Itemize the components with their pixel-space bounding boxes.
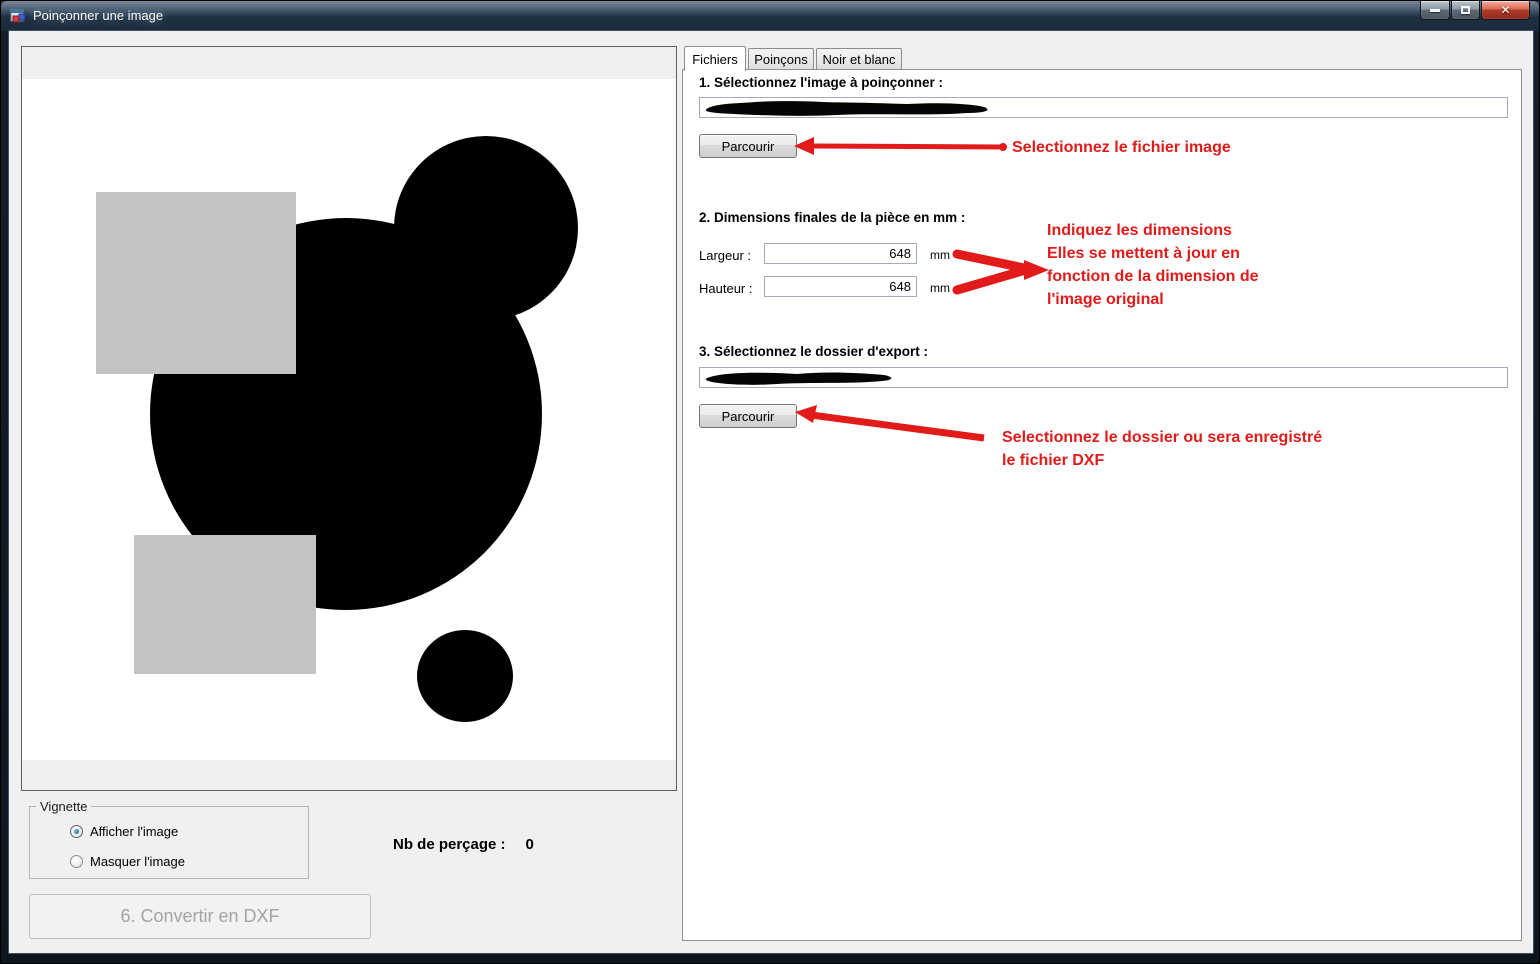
close-icon: ✕ bbox=[1500, 4, 1510, 16]
annotation-line: le fichier DXF bbox=[1002, 449, 1322, 472]
annotation-line: fonction de la dimension de bbox=[1047, 265, 1259, 288]
radio-label: Masquer l'image bbox=[90, 854, 185, 869]
vignette-group-title: Vignette bbox=[36, 799, 91, 814]
drill-count-value: 0 bbox=[526, 836, 534, 853]
preview-shapes-graphic bbox=[22, 79, 676, 760]
tab-poincons[interactable]: Poinçons bbox=[748, 48, 814, 70]
arrow-head bbox=[794, 137, 814, 155]
vignette-groupbox: Vignette Afficher l'image Masquer l'imag… bbox=[29, 806, 309, 879]
convert-dxf-button[interactable]: 6. Convertir en DXF bbox=[29, 894, 371, 939]
close-button[interactable]: ✕ bbox=[1481, 1, 1530, 20]
tab-label: Fichiers bbox=[692, 52, 738, 67]
convert-dxf-label: 6. Convertir en DXF bbox=[120, 906, 279, 927]
annotation-line: Indiquez les dimensions bbox=[1047, 219, 1259, 242]
redacted-path-scribble bbox=[702, 370, 912, 387]
section3-heading: 3. Sélectionnez le dossier d'export : bbox=[699, 344, 928, 359]
width-label: Largeur : bbox=[699, 248, 751, 263]
tabpage-fichiers: 1. Sélectionnez l'image à poinçonner : P… bbox=[682, 69, 1522, 941]
app-icon bbox=[10, 8, 26, 24]
height-label: Hauteur : bbox=[699, 281, 752, 296]
height-unit: mm bbox=[930, 281, 950, 295]
arrow-chevron bbox=[957, 254, 1029, 290]
browse-image-button[interactable]: Parcourir bbox=[699, 134, 797, 158]
maximize-icon bbox=[1461, 6, 1470, 14]
radio-label: Afficher l'image bbox=[90, 824, 178, 839]
arrow-line bbox=[811, 146, 1004, 147]
section1-heading: 1. Sélectionnez l'image à poinçonner : bbox=[699, 75, 943, 90]
image-preview-box bbox=[21, 46, 677, 791]
radio-button-icon bbox=[70, 825, 83, 838]
image-path-input[interactable] bbox=[699, 97, 1508, 118]
preview-image bbox=[22, 79, 676, 760]
app-window: Poinçonner une image ✕ Vignette Afficher… bbox=[0, 0, 1540, 964]
height-input[interactable] bbox=[764, 276, 917, 297]
tab-noir-et-blanc[interactable]: Noir et blanc bbox=[816, 48, 902, 70]
width-unit: mm bbox=[930, 248, 950, 262]
arrow-line bbox=[811, 415, 984, 438]
annotation-line: l'image original bbox=[1047, 288, 1259, 311]
browse-image-label: Parcourir bbox=[722, 139, 775, 154]
annotation-line: Selectionnez le dossier ou sera enregist… bbox=[1002, 426, 1322, 449]
radio-button-icon bbox=[70, 855, 83, 868]
minimize-icon bbox=[1430, 9, 1440, 12]
drill-count-status: Nb de perçage : 0 bbox=[393, 836, 534, 853]
tab-fichiers[interactable]: Fichiers bbox=[684, 46, 746, 71]
title-bar: Poinçonner une image ✕ bbox=[1, 1, 1539, 31]
tab-label: Noir et blanc bbox=[823, 52, 896, 67]
annotation-arrows bbox=[683, 70, 1523, 942]
width-input[interactable] bbox=[764, 243, 917, 264]
radio-masquer-image[interactable]: Masquer l'image bbox=[70, 854, 185, 869]
tab-label: Poinçons bbox=[754, 52, 807, 67]
drill-count-label: Nb de perçage : bbox=[393, 836, 506, 853]
export-path-input[interactable] bbox=[699, 367, 1508, 388]
client-area: Vignette Afficher l'image Masquer l'imag… bbox=[9, 31, 1533, 953]
redacted-path-scribble bbox=[702, 100, 1002, 117]
arrow-head bbox=[795, 405, 817, 423]
section2-heading: 2. Dimensions finales de la pièce en mm … bbox=[699, 210, 965, 225]
annotation-line: Elles se mettent à jour en bbox=[1047, 242, 1259, 265]
annotation-export: Selectionnez le dossier ou sera enregist… bbox=[1002, 426, 1322, 472]
arrow-head bbox=[1024, 260, 1049, 280]
window-controls: ✕ bbox=[1420, 1, 1530, 20]
maximize-button[interactable] bbox=[1451, 1, 1480, 20]
browse-export-button[interactable]: Parcourir bbox=[699, 404, 797, 428]
minimize-button[interactable] bbox=[1420, 1, 1450, 20]
radio-afficher-image[interactable]: Afficher l'image bbox=[70, 824, 178, 839]
window-title: Poinçonner une image bbox=[33, 8, 163, 23]
annotation-file: Selectionnez le fichier image bbox=[1012, 136, 1231, 159]
annotation-dimensions: Indiquez les dimensions Elles se mettent… bbox=[1047, 219, 1259, 311]
browse-export-label: Parcourir bbox=[722, 409, 775, 424]
